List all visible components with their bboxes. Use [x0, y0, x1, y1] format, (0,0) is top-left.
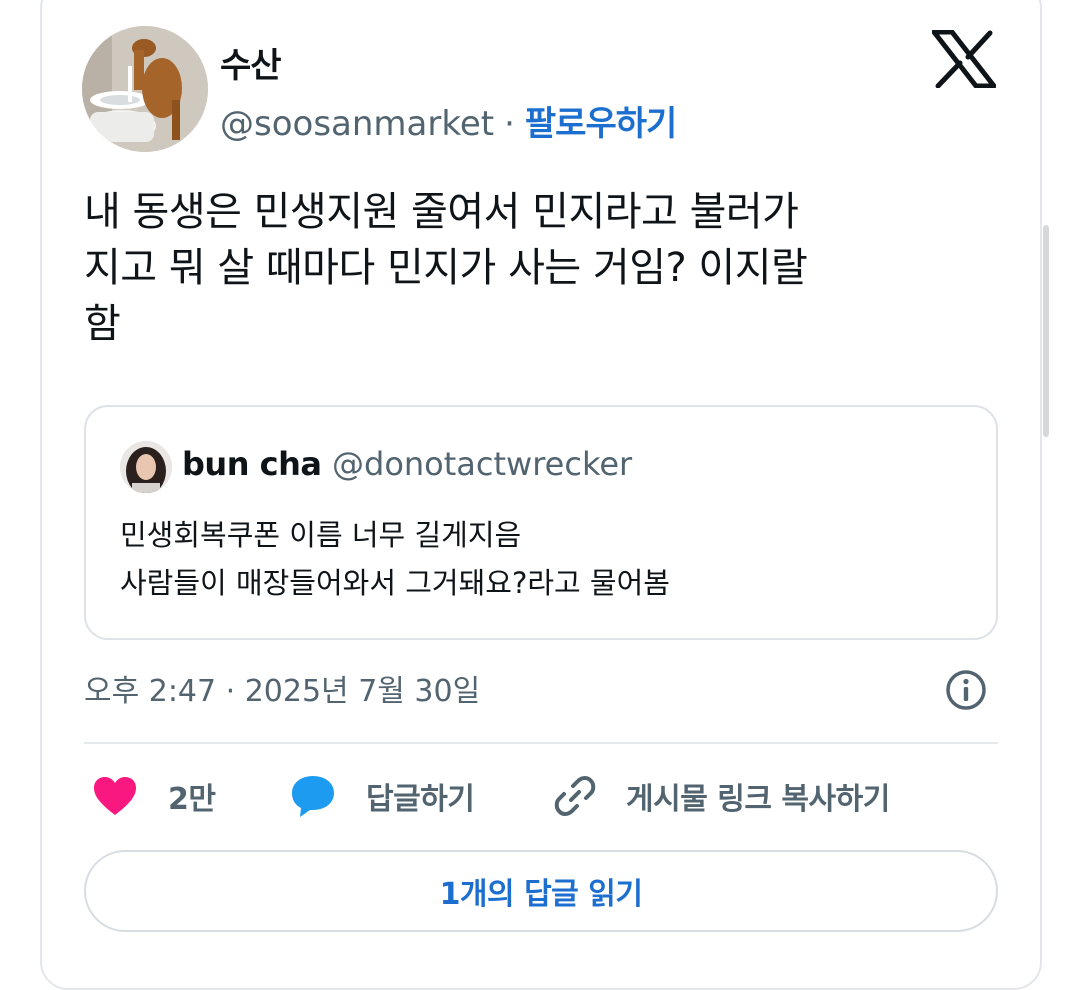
quoted-author-name: bun cha: [182, 445, 322, 483]
like-count: 2만: [168, 782, 216, 817]
info-icon[interactable]: [944, 668, 988, 712]
tweet-text-line: 함: [84, 301, 121, 347]
scrollbar[interactable]: [1043, 225, 1049, 437]
quoted-avatar: [120, 441, 172, 493]
author-avatar[interactable]: [82, 26, 208, 152]
read-replies-button[interactable]: 1개의 답글 읽기: [84, 850, 998, 932]
author-name[interactable]: 수산: [220, 38, 282, 87]
person-photo-icon: [120, 441, 172, 493]
quoted-text-line: 사람들이 매장들어와서 그거돼요?라고 물어봄: [120, 566, 670, 600]
like-button[interactable]: 2만: [92, 770, 216, 822]
author-handle[interactable]: @soosanmarket: [220, 104, 494, 144]
reply-button[interactable]: 답글하기: [290, 770, 475, 822]
copy-link-button[interactable]: 게시물 링크 복사하기: [552, 770, 890, 822]
timestamp[interactable]: 오후 2:47 · 2025년 7월 30일: [84, 666, 480, 710]
tweet-text-line: 지고 뭐 살 때마다 민지가 사는 거임? 이지랄: [84, 245, 808, 291]
dog-photo-icon: [82, 26, 208, 152]
divider: [84, 742, 998, 744]
link-icon: [554, 776, 596, 816]
reply-label: 답글하기: [366, 782, 475, 817]
quoted-tweet[interactable]: bun cha @donotactwrecker 민생회복쿠폰 이름 너무 길게…: [84, 405, 998, 640]
tweet-text-line: 내 동생은 민생지원 줄여서 민지라고 불러가: [84, 189, 799, 235]
quoted-text-line: 민생회복쿠폰 이름 너무 길게지음: [120, 518, 522, 552]
author-handle-row: @soosanmarket · 팔로우하기: [220, 96, 677, 145]
quoted-text: 민생회복쿠폰 이름 너무 길게지음 사람들이 매장들어와서 그거돼요?라고 물어…: [120, 511, 670, 607]
x-logo-icon[interactable]: [932, 30, 996, 88]
copy-link-label: 게시물 링크 복사하기: [626, 782, 890, 817]
quoted-author-handle: @donotactwrecker: [332, 445, 633, 483]
follow-button[interactable]: 팔로우하기: [525, 104, 677, 144]
speech-bubble-icon: [292, 776, 334, 817]
heart-icon: [94, 777, 136, 815]
separator-dot: ·: [504, 104, 515, 144]
tweet-text: 내 동생은 민생지원 줄여서 민지라고 불러가 지고 뭐 살 때마다 민지가 사…: [84, 184, 984, 352]
